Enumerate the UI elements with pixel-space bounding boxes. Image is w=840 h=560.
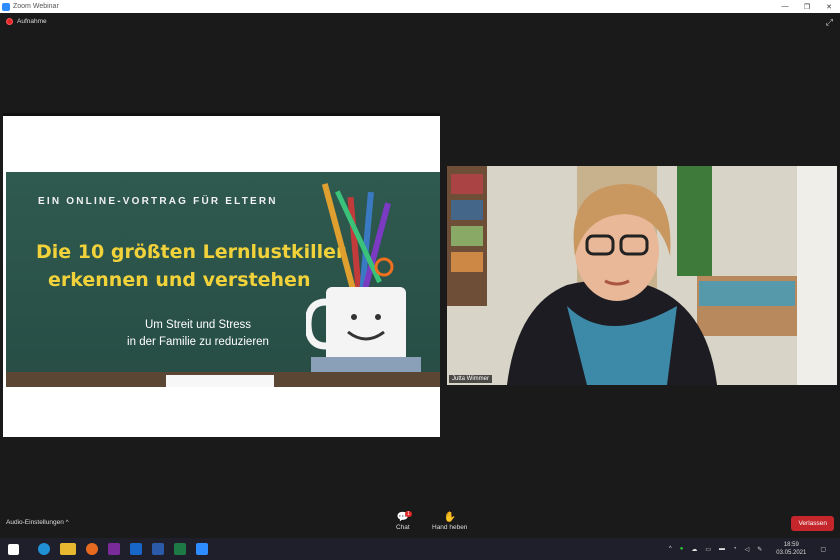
chat-badge: 1 [405,511,412,517]
slide-headline: Die 10 größten Lernlustkiller erkennen u… [36,238,345,294]
word-icon[interactable] [152,543,164,555]
record-icon [6,18,13,25]
notification-icon[interactable]: ▢ [820,546,826,553]
slide-kicker: EIN ONLINE-VORTRAG FÜR ELTERN [38,196,278,207]
raise-hand-button[interactable]: ✋ Hand heben [432,512,467,531]
window-titlebar: Zoom Webinar — ❐ ✕ [0,0,840,13]
zoom-taskbar-icon[interactable] [196,543,208,555]
raise-hand-label: Hand heben [432,524,468,531]
cloud-icon[interactable]: ☁ [691,546,697,553]
shield-icon[interactable]: ● [680,546,684,552]
chat-button[interactable]: 💬 1 Chat [396,511,412,531]
participant-video[interactable]: Jutta Wimmer [447,166,837,385]
meeting-stage: Aufnahme ⤢ EIN ONLINE-VORTRAG FÜR ELTERN… [0,13,840,537]
clock-date: 03.05.2021 [776,550,807,556]
minimize-button[interactable]: — [774,3,796,10]
slide-subtitle: Um Streit und Stress in der Familie zu r… [98,317,298,351]
subtitle-line-1: Um Streit und Stress [144,319,252,331]
chevron-up-icon: ^ [65,519,69,526]
slide-paper [166,375,274,387]
maximize-button[interactable]: ❐ [796,3,818,11]
share-border [3,113,440,116]
recording-indicator[interactable]: Aufnahme [6,18,47,25]
hand-icon: ✋ [443,512,456,523]
participant-name-label: Jutta Wimmer [449,375,493,383]
presentation-slide: EIN ONLINE-VORTRAG FÜR ELTERN Die 10 grö… [6,172,440,387]
participant-video-image [447,166,837,385]
windows-taskbar: ^ ● ☁ ▭ ▬ ◔ ◁ ✎ 18:59 03.05.2021 ▢ [0,538,840,560]
audio-settings-label: Audio-Einstellungen [6,519,64,526]
screen-share: EIN ONLINE-VORTRAG FÜR ELTERN Die 10 grö… [3,113,440,437]
subtitle-line-2: in der Familie zu reduzieren [127,336,269,348]
pen-icon[interactable]: ✎ [757,546,762,553]
system-tray: ^ ● ☁ ▭ ▬ ◔ ◁ ✎ 18:59 03.05.2021 ▢ [665,538,830,560]
wifi-icon[interactable]: ◔ [733,546,737,552]
tray-chevron-icon[interactable]: ^ [669,546,672,552]
window-title: Zoom Webinar [13,3,59,10]
close-button[interactable]: ✕ [818,3,840,11]
headline-line-2: erkennen und verstehen [48,269,311,291]
mug-with-pencils-image [306,183,421,375]
fullscreen-icon[interactable]: ⤢ [826,17,833,28]
excel-icon[interactable] [174,543,186,555]
leave-button[interactable]: Verlassen [791,516,834,531]
edge-icon[interactable] [38,543,50,555]
display-icon[interactable]: ▭ [705,546,711,553]
firefox-icon[interactable] [86,543,98,555]
recording-label: Aufnahme [17,18,47,25]
taskbar-clock[interactable]: 18:59 03.05.2021 [776,541,806,557]
audio-settings-button[interactable]: Audio-Einstellungen ^ [6,519,69,526]
headline-line-1: Die 10 größten Lernlustkiller [36,241,346,263]
volume-icon[interactable]: ◁ [745,546,750,553]
battery-icon[interactable]: ▬ [719,546,725,552]
onenote-icon[interactable] [108,543,120,555]
outlook-icon[interactable] [130,543,142,555]
zoom-logo-icon [2,2,10,11]
clock-time: 18:59 [783,542,799,548]
chat-label: Chat [396,524,410,531]
windows-start-icon[interactable] [8,543,19,555]
file-explorer-icon[interactable] [60,543,76,555]
meeting-toolbar: Audio-Einstellungen ^ 💬 1 Chat ✋ Hand he… [0,510,840,538]
